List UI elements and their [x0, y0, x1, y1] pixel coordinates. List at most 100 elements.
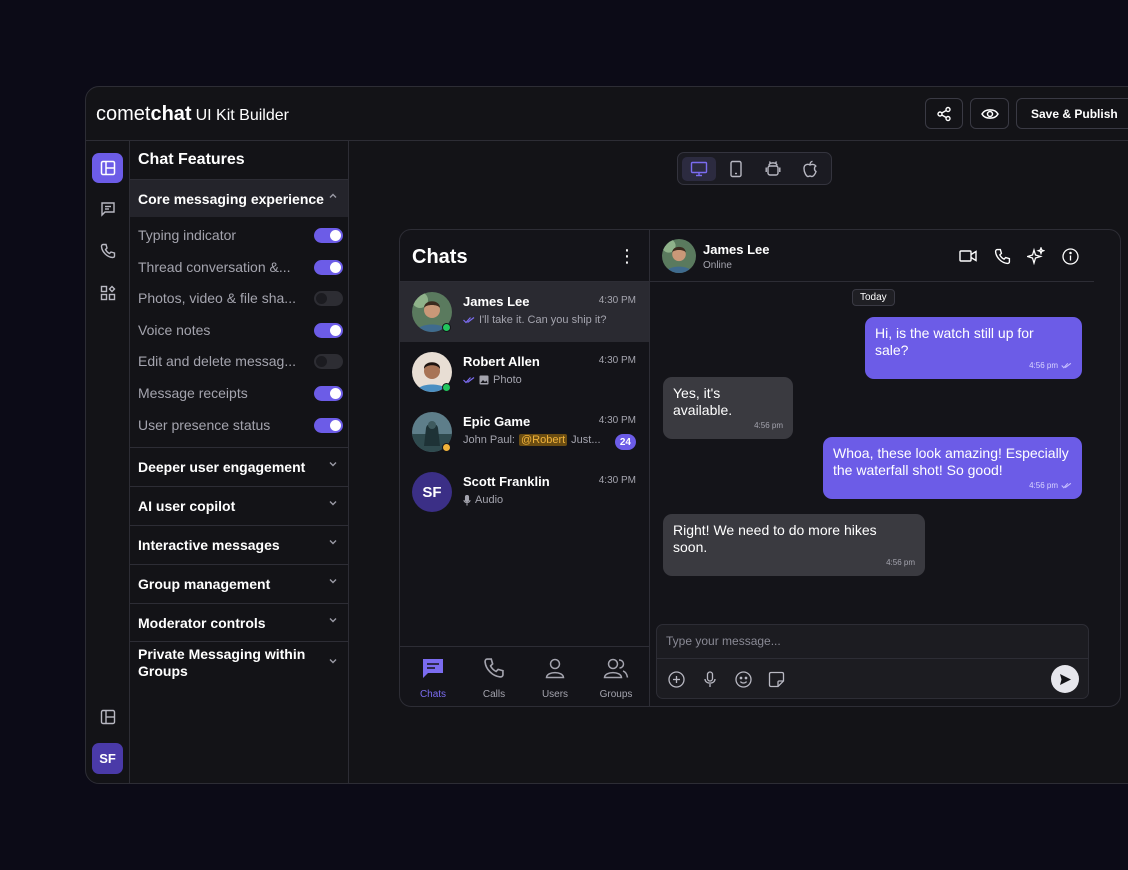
photos-video-toggle[interactable] — [314, 291, 343, 306]
rail-extensions-button[interactable] — [92, 278, 123, 308]
bottom-tab-bar: Chats Calls Users Groups — [400, 646, 650, 706]
conversation-preview: Photo — [463, 374, 522, 386]
section-label: AI user copilot — [138, 497, 236, 514]
double-check-icon — [463, 317, 475, 324]
preview-sender: John Paul: — [463, 434, 515, 446]
conversation-time: 4:30 PM — [598, 415, 636, 426]
info-button[interactable] — [1060, 246, 1080, 266]
device-ios-button[interactable] — [793, 157, 827, 181]
conversation-item[interactable]: SF Scott Franklin 4:30 PM Audio — [400, 462, 649, 522]
feature-label: Voice notes — [138, 322, 211, 338]
more-options-icon[interactable]: ⋮ — [618, 246, 636, 266]
conversation-list: Chats ⋮ James Lee 4:30 PM I'll take it. … — [400, 230, 650, 706]
section-core-messaging[interactable]: Core messaging experience — [130, 179, 348, 217]
feature-row-edit-delete: Edit and delete messag... — [138, 351, 343, 371]
message-bubble-incoming[interactable]: Yes, it's available. 4:56 pm — [663, 377, 793, 439]
mobile-icon — [730, 160, 742, 178]
group-icon — [603, 658, 629, 679]
eye-icon — [980, 108, 999, 119]
app-subtitle: UI Kit Builder — [195, 107, 289, 124]
user-avatar[interactable]: SF — [92, 743, 123, 774]
voice-note-button[interactable] — [700, 669, 720, 689]
feature-label: Thread conversation &... — [138, 259, 291, 275]
feature-row-voice-notes: Voice notes — [138, 320, 343, 340]
section-private-messaging[interactable]: Private Messaging within Groups — [130, 641, 348, 683]
presence-status-toggle[interactable] — [314, 418, 343, 433]
section-moderator-controls[interactable]: Moderator controls — [130, 603, 348, 641]
sticker-button[interactable] — [766, 669, 786, 689]
send-icon — [1059, 673, 1071, 685]
cometchat-logo: cometchat UI Kit Builder — [96, 103, 289, 126]
section-group-management[interactable]: Group management — [130, 564, 348, 602]
conversation-name: Epic Game — [463, 414, 531, 429]
tab-users[interactable]: Users — [530, 657, 580, 700]
share-button[interactable] — [925, 98, 963, 129]
device-desktop-button[interactable] — [682, 157, 716, 181]
video-call-button[interactable] — [958, 246, 978, 266]
device-mobile-button[interactable] — [719, 157, 753, 181]
feature-label: Typing indicator — [138, 227, 237, 243]
sidebar-toggle-icon — [100, 709, 115, 725]
message-time: 4:56 pm — [1029, 361, 1058, 370]
message-composer: Type your message... — [656, 624, 1089, 699]
widgets-icon — [100, 285, 115, 301]
edit-delete-toggle[interactable] — [314, 354, 343, 369]
user-icon — [545, 658, 565, 679]
conversation-item[interactable]: James Lee 4:30 PM I'll take it. Can you … — [400, 282, 649, 342]
rail-layout-button[interactable] — [92, 153, 123, 183]
typing-indicator-toggle[interactable] — [314, 228, 343, 243]
device-android-button[interactable] — [756, 157, 790, 181]
section-label: Core messaging experience — [138, 190, 324, 207]
section-label: Group management — [138, 575, 271, 592]
layout-icon — [100, 160, 115, 176]
conversation-item[interactable]: Epic Game 4:30 PM John Paul: @Robert Jus… — [400, 402, 649, 462]
top-bar: cometchat UI Kit Builder Save & Publish — [86, 87, 1128, 141]
unread-badge: 24 — [614, 434, 636, 450]
conversation-item[interactable]: Robert Allen 4:30 PM Photo — [400, 342, 649, 402]
section-interactive-messages[interactable]: Interactive messages — [130, 525, 348, 563]
conversation-preview: Audio — [463, 494, 503, 506]
preview-button[interactable] — [970, 98, 1009, 129]
message-receipts-toggle[interactable] — [314, 386, 343, 401]
message-bubble-incoming[interactable]: Right! We need to do more hikes soon. 4:… — [663, 514, 925, 576]
message-bubble-outgoing[interactable]: Whoa, these look amazing! Especially the… — [823, 437, 1082, 499]
share-icon — [937, 106, 951, 121]
thread-conversation-toggle[interactable] — [314, 260, 343, 275]
message-meta: 4:56 pm — [1029, 477, 1072, 494]
attach-button[interactable] — [666, 669, 686, 689]
section-label: Moderator controls — [138, 614, 266, 631]
voice-call-button[interactable] — [992, 246, 1012, 266]
rail-calls-button[interactable] — [92, 236, 123, 266]
preview-text: I'll take it. Can you ship it? — [479, 314, 607, 326]
emoji-icon — [734, 670, 752, 688]
chevron-down-icon — [328, 615, 338, 628]
message-time: 4:56 pm — [1029, 481, 1058, 490]
ai-assist-button[interactable] — [1026, 246, 1046, 266]
contact-name: James Lee — [703, 242, 770, 257]
device-switcher — [677, 152, 832, 185]
voice-notes-toggle[interactable] — [314, 323, 343, 338]
avatar: SF — [412, 472, 452, 512]
panel-title: Chat Features — [138, 151, 245, 168]
tab-label: Calls — [482, 689, 506, 700]
tab-chats[interactable]: Chats — [408, 657, 458, 700]
rail-messages-button[interactable] — [92, 194, 123, 224]
message-bubble-outgoing[interactable]: Hi, is the watch still up for sale? 4:56… — [865, 317, 1082, 379]
message-text: Right! We need to do more hikes soon. — [673, 522, 877, 555]
save-publish-button[interactable]: Save & Publish — [1016, 98, 1128, 129]
tab-calls[interactable]: Calls — [469, 657, 519, 700]
preview-text: Audio — [475, 494, 504, 506]
video-icon — [959, 250, 977, 262]
emoji-button[interactable] — [733, 669, 753, 689]
message-input[interactable]: Type your message... — [666, 634, 781, 648]
info-icon — [1061, 247, 1079, 265]
section-label: Deeper user engagement — [138, 458, 306, 475]
section-deeper-engagement[interactable]: Deeper user engagement — [130, 447, 348, 485]
section-ai-copilot[interactable]: AI user copilot — [130, 486, 348, 524]
rail-panel-toggle-button[interactable] — [92, 702, 123, 732]
tab-groups[interactable]: Groups — [591, 657, 641, 700]
send-button[interactable] — [1051, 665, 1079, 693]
mention-tag: @Robert — [518, 434, 568, 446]
message-time: 4:56 pm — [754, 421, 783, 430]
feature-row-thread-conversation: Thread conversation &... — [138, 257, 343, 277]
